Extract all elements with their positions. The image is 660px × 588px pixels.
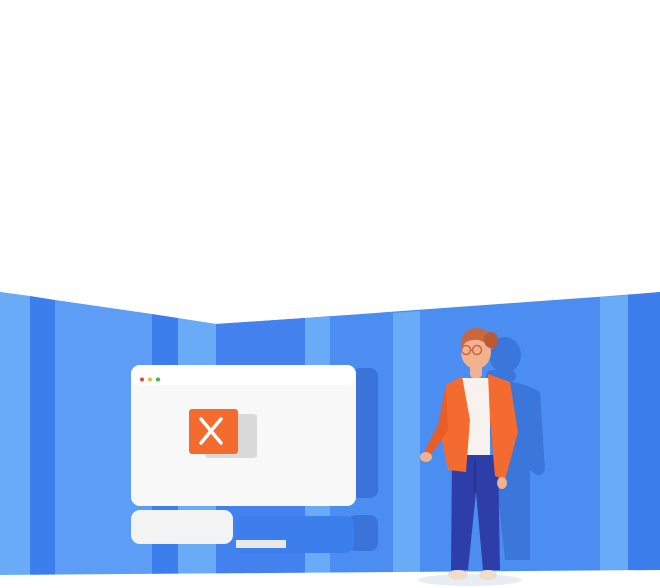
error-window xyxy=(131,365,356,506)
window-close-dot-icon xyxy=(140,377,144,382)
close-x-icon xyxy=(189,409,257,458)
window-minimize-dot-icon xyxy=(148,377,152,382)
error-illustration xyxy=(0,292,660,588)
window-maximize-dot-icon xyxy=(156,377,160,382)
